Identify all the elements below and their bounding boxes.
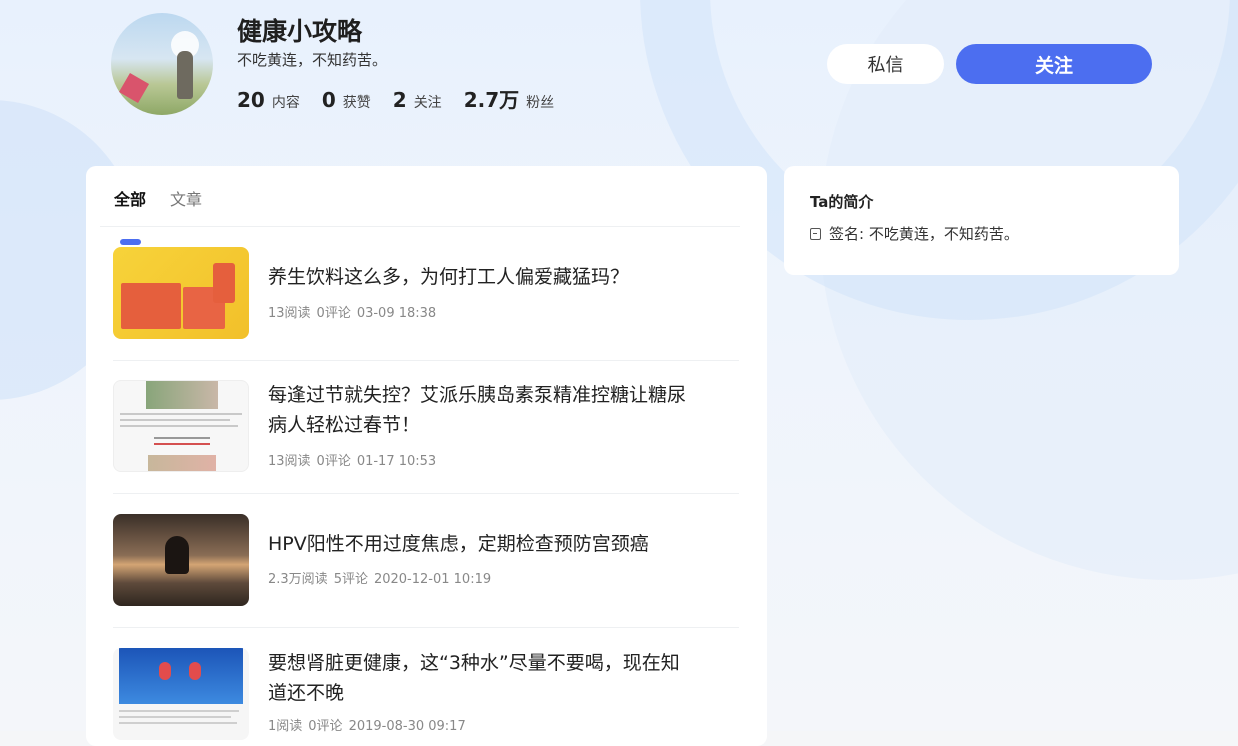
article-item[interactable]: 养生饮料这么多，为何打工人偏爱藏猛玛？ 13阅读 0评论 03-09 18:38	[113, 247, 739, 361]
profile-stats: 20 内容 0 获赞 2 关注 2.7万 粉丝	[237, 84, 576, 113]
article-reads: 2.3万阅读	[268, 572, 328, 587]
article-meta: 13阅读 0评论 01-17 10:53	[268, 450, 442, 469]
signature-text: 签名: 不吃黄连，不知药苦。	[829, 225, 1019, 243]
tab-articles[interactable]: 文章	[170, 186, 202, 210]
stat-likes: 0 获赞	[322, 88, 371, 112]
thumb-detail	[121, 283, 181, 329]
article-thumbnail[interactable]	[113, 380, 249, 472]
follow-button[interactable]: 关注	[956, 44, 1152, 84]
thumb-detail	[119, 716, 231, 718]
stat-fans[interactable]: 2.7万 粉丝	[464, 84, 554, 113]
intro-card: Ta的简介 签名: 不吃黄连，不知药苦。	[784, 166, 1179, 275]
intro-title: Ta的简介	[810, 193, 874, 211]
stat-label: 粉丝	[526, 95, 555, 111]
thumb-detail	[159, 662, 171, 680]
thumb-detail	[119, 648, 243, 704]
article-reads: 13阅读	[268, 306, 311, 321]
content-tabs: 全部 文章	[100, 186, 740, 245]
article-item[interactable]: 每逢过节就失控？艾派乐胰岛素泵精准控糖让糖尿病人轻松过春节！ 13阅读 0评论 01…	[113, 380, 739, 494]
article-reads: 13阅读	[268, 454, 311, 469]
article-item[interactable]: 要想肾脏更健康，这“3种水”尽量不要喝，现在知道还不晚 1阅读 0评论 2019-0…	[113, 648, 739, 746]
article-reads: 1阅读	[268, 719, 303, 734]
thumb-detail	[165, 536, 189, 574]
article-time: 01-17 10:53	[356, 454, 437, 469]
thumb-detail	[120, 413, 242, 415]
article-time: 03-09 18:38	[356, 306, 437, 321]
thumb-detail	[154, 437, 210, 439]
tab-all[interactable]: 全部	[114, 186, 146, 210]
thumb-detail	[120, 419, 230, 421]
article-time: 2020-12-01 10:19	[373, 572, 492, 587]
avatar[interactable]	[111, 13, 213, 115]
article-meta: 13阅读 0评论 03-09 18:38	[268, 302, 442, 321]
article-time: 2019-08-30 09:17	[348, 719, 466, 734]
signature-icon	[810, 227, 821, 240]
profile-header: 健康小攻略 不吃黄连，不知药苦。 20 内容 0 获赞 2 关注 2.7万 粉丝…	[0, 0, 1238, 160]
signature-row: 签名: 不吃黄连，不知药苦。	[810, 223, 1019, 244]
thumb-detail	[189, 662, 201, 680]
stat-content: 20 内容	[237, 88, 300, 112]
thumb-detail	[213, 263, 235, 303]
article-comments: 5评论	[333, 572, 368, 587]
stat-number: 0	[321, 88, 336, 112]
article-item[interactable]: HPV阳性不用过度焦虑，定期检查预防宫颈癌 2.3万阅读 5评论 2020-12-0…	[113, 514, 739, 628]
thumb-detail	[119, 722, 237, 724]
thumb-detail	[154, 443, 210, 445]
article-thumbnail[interactable]	[113, 648, 249, 740]
thumb-detail	[119, 710, 239, 712]
avatar-detail	[118, 72, 150, 104]
stat-number: 2.7万	[463, 88, 520, 112]
profile-motto: 不吃黄连，不知药苦。	[237, 51, 388, 69]
profile-name: 健康小攻略	[237, 17, 363, 46]
thumb-detail	[120, 425, 238, 427]
stat-following[interactable]: 2 关注	[393, 88, 442, 112]
article-thumbnail[interactable]	[113, 514, 249, 606]
article-title[interactable]: 养生饮料这么多，为何打工人偏爱藏猛玛？	[268, 262, 688, 292]
article-meta: 2.3万阅读 5评论 2020-12-01 10:19	[268, 568, 497, 587]
article-title[interactable]: 要想肾脏更健康，这“3种水”尽量不要喝，现在知道还不晚	[268, 648, 688, 708]
article-comments: 0评论	[308, 719, 343, 734]
content-card: 全部 文章 养生饮料这么多，为何打工人偏爱藏猛玛？ 13阅读 0评论 03-09 1…	[86, 166, 767, 746]
stat-label: 内容	[271, 95, 300, 111]
stat-label: 获赞	[342, 95, 371, 111]
thumb-detail	[148, 455, 216, 471]
article-comments: 0评论	[316, 454, 351, 469]
stat-label: 关注	[413, 95, 442, 111]
thumb-detail	[146, 381, 218, 409]
stat-number: 20	[237, 88, 265, 112]
avatar-detail	[177, 51, 193, 99]
article-thumbnail[interactable]	[113, 247, 249, 339]
article-title[interactable]: 每逢过节就失控？艾派乐胰岛素泵精准控糖让糖尿病人轻松过春节！	[268, 380, 688, 440]
article-meta: 1阅读 0评论 2019-08-30 09:17	[268, 715, 472, 734]
article-comments: 0评论	[316, 306, 351, 321]
stat-number: 2	[392, 88, 407, 112]
article-title[interactable]: HPV阳性不用过度焦虑，定期检查预防宫颈癌	[268, 529, 688, 559]
active-tab-indicator	[120, 239, 141, 245]
message-button[interactable]: 私信	[827, 44, 944, 84]
